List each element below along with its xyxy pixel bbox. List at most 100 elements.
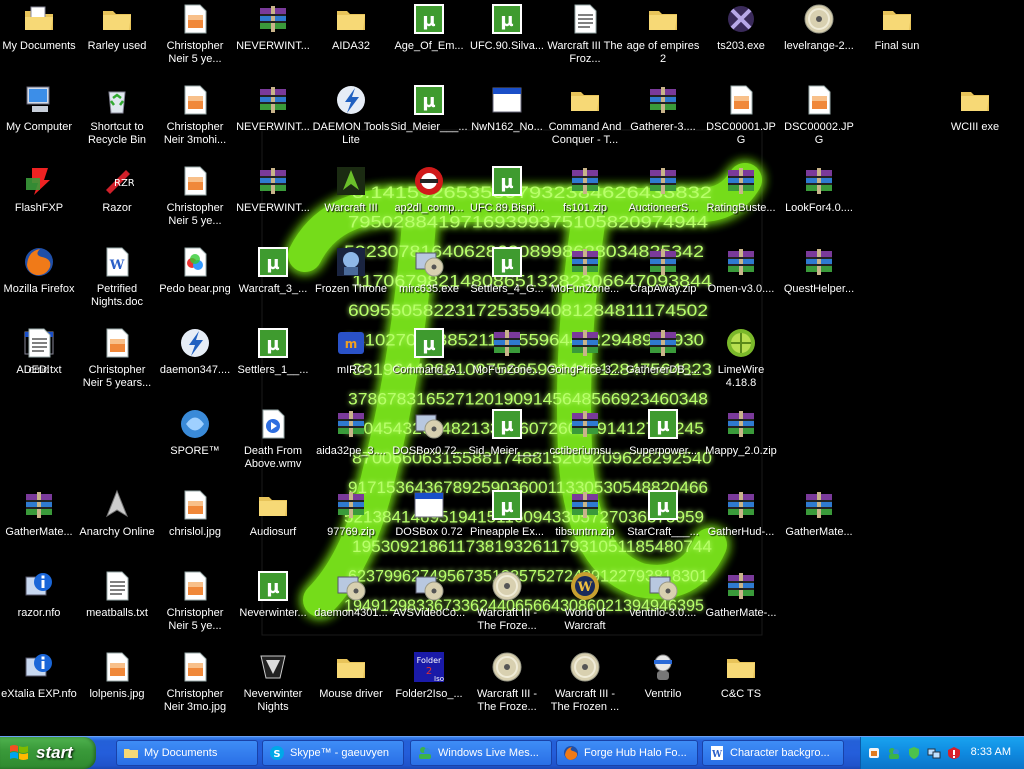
- desktop-icon[interactable]: µ Sid_Meier___...: [390, 81, 468, 159]
- desktop-icon[interactable]: Death From Above.wmv: [234, 405, 312, 483]
- desktop-icon[interactable]: MoFunZone...: [546, 243, 624, 321]
- desktop-icon[interactable]: ts203.exe: [702, 0, 780, 78]
- desktop-icon[interactable]: Command And Conquer - T...: [546, 81, 624, 159]
- desktop-icon[interactable]: µ Command_A...: [390, 324, 468, 402]
- desktop-icon[interactable]: CrapAway.zip: [624, 243, 702, 321]
- desktop-icon[interactable]: W World of Warcraft: [546, 567, 624, 645]
- desktop-icon[interactable]: Christopher Neir 5 ye...: [156, 0, 234, 78]
- desktop-icon[interactable]: Christopher Neir 5 ye...: [156, 567, 234, 645]
- desktop-icon[interactable]: My Computer: [0, 81, 78, 159]
- desktop-icon[interactable]: AVSVideoCo...: [390, 567, 468, 645]
- desktop-icon[interactable]: meatballs.txt: [78, 567, 156, 645]
- desktop-icon[interactable]: Mappy_2.0.zip: [702, 405, 780, 483]
- desktop-icon[interactable]: NEVERWINT...: [234, 162, 312, 240]
- desktop-icon[interactable]: WCIII exe: [936, 81, 1014, 159]
- desktop-icon[interactable]: µ Settlers_4_G...: [468, 243, 546, 321]
- network-icon[interactable]: [927, 746, 941, 760]
- java-icon[interactable]: [867, 746, 881, 760]
- desktop-icon[interactable]: Omen-v3.0....: [702, 243, 780, 321]
- taskbar-button[interactable]: Forge Hub Halo Fo...: [556, 740, 698, 766]
- desktop-icon[interactable]: DSC00002.JPG: [780, 81, 858, 159]
- desktop-icon[interactable]: mirc635.exe: [390, 243, 468, 321]
- desktop-icon[interactable]: RZR Razor: [78, 162, 156, 240]
- desktop-icon[interactable]: fs101.zip: [546, 162, 624, 240]
- desktop-icon[interactable]: lolpenis.jpg: [78, 648, 156, 726]
- desktop-icon[interactable]: MoFunZone...: [468, 324, 546, 402]
- desktop-icon[interactable]: GatherMate...: [780, 486, 858, 564]
- taskbar-button[interactable]: S Skype™ - gaeuvyen: [262, 740, 404, 766]
- desktop-icon[interactable]: Warcraft III - The Froze...: [468, 648, 546, 726]
- desktop-icon[interactable]: LookFor4.0....: [780, 162, 858, 240]
- desktop-icon[interactable]: tibsuntrn.zip: [546, 486, 624, 564]
- desktop-icon[interactable]: SPORE™: [156, 405, 234, 483]
- desktop-icon[interactable]: QuestHelper...: [780, 243, 858, 321]
- desktop-icon[interactable]: Audiosurf: [234, 486, 312, 564]
- desktop-icon[interactable]: aida32pe_3....: [312, 405, 390, 483]
- desktop-icon[interactable]: cctiberiumsu...: [546, 405, 624, 483]
- desktop-icon[interactable]: W Petrified Nights.doc: [78, 243, 156, 321]
- desktop-icon[interactable]: AuctioneerS...: [624, 162, 702, 240]
- desktop-icon[interactable]: FlashFXP: [0, 162, 78, 240]
- desktop-icon[interactable]: daemon347....: [156, 324, 234, 402]
- desktop-icon[interactable]: NwN162_No...: [468, 81, 546, 159]
- taskbar-button[interactable]: W Character backgro...: [702, 740, 844, 766]
- desktop-icon[interactable]: chrislol.jpg: [156, 486, 234, 564]
- desktop-icon[interactable]: Ventrilo: [624, 648, 702, 726]
- desktop-icon[interactable]: Warcraft III - The Frozen ...: [546, 648, 624, 726]
- desktop-icon[interactable]: µ Neverwinter...: [234, 567, 312, 645]
- desktop-icon[interactable]: GoingPrice-3....: [546, 324, 624, 402]
- desktop-icon[interactable]: Rarley used: [78, 0, 156, 78]
- desktop-icon[interactable]: m mIRC: [312, 324, 390, 402]
- desktop-icon[interactable]: eXtalia EXP.nfo: [0, 648, 78, 726]
- desktop-icon[interactable]: µ Sid_Meier___...: [468, 405, 546, 483]
- taskbar-button[interactable]: Windows Live Mes...: [410, 740, 552, 766]
- desktop-icon[interactable]: NEVERWINT...: [234, 81, 312, 159]
- desktop-icon[interactable]: ventrilo-3.0....: [624, 567, 702, 645]
- desktop-icon[interactable]: GatherMate...: [0, 486, 78, 564]
- desktop-icon[interactable]: Warcraft III The Froz...: [546, 0, 624, 78]
- clock[interactable]: 8:33 AM: [971, 746, 1011, 758]
- desktop-icon[interactable]: µ StarCraft___...: [624, 486, 702, 564]
- desktop-icon[interactable]: Folder 2 Iso Folder2Iso_...: [390, 648, 468, 726]
- taskbar-button[interactable]: My Documents: [116, 740, 258, 766]
- shield-icon[interactable]: [907, 746, 921, 760]
- desktop-icon[interactable]: Shortcut to Recycle Bin: [78, 81, 156, 159]
- desktop-icon[interactable]: µ Warcraft_3_...: [234, 243, 312, 321]
- desktop-icon[interactable]: RatingBuste...: [702, 162, 780, 240]
- desktop-icon[interactable]: Pedo bear.png: [156, 243, 234, 321]
- desktop-icon[interactable]: Mouse driver: [312, 648, 390, 726]
- desktop-icon[interactable]: DAEMON Tools Lite: [312, 81, 390, 159]
- messenger-tray-icon[interactable]: [887, 746, 901, 760]
- desktop-icon[interactable]: Christopher Neir 3mo.jpg: [156, 648, 234, 726]
- desktop-icon[interactable]: Anarchy Online: [78, 486, 156, 564]
- desktop-icon[interactable]: Christopher Neir 5 ye...: [156, 162, 234, 240]
- desktop-icon[interactable]: LimeWire 4.18.8: [702, 324, 780, 402]
- desktop-icon[interactable]: DSC00001.JPG: [702, 81, 780, 159]
- desktop-icon[interactable]: Gatherer-3....: [624, 81, 702, 159]
- desktop-icon[interactable]: ADED.txt: [0, 324, 78, 402]
- desktop-icon[interactable]: 97769.zip: [312, 486, 390, 564]
- desktop-icon[interactable]: Final sun: [858, 0, 936, 78]
- desktop-icon[interactable]: GathererDB_...: [624, 324, 702, 402]
- desktop-icon[interactable]: DOSBox 0.72: [390, 486, 468, 564]
- desktop-icon[interactable]: DOSBox0.72...: [390, 405, 468, 483]
- desktop-icon[interactable]: AIDA32: [312, 0, 390, 78]
- desktop-icon[interactable]: levelrange-2...: [780, 0, 858, 78]
- desktop-icon[interactable]: My Documents: [0, 0, 78, 78]
- desktop-icon[interactable]: Mozilla Firefox: [0, 243, 78, 321]
- desktop-icon[interactable]: Neverwinter Nights: [234, 648, 312, 726]
- desktop-icon[interactable]: Christopher Neir 5 years...: [78, 324, 156, 402]
- desktop-icon[interactable]: µ UFC.89.Bispi...: [468, 162, 546, 240]
- desktop-icon[interactable]: C&C TS: [702, 648, 780, 726]
- desktop-icon[interactable]: µ Superpower...: [624, 405, 702, 483]
- desktop-icon[interactable]: Warcraft III: [312, 162, 390, 240]
- desktop-icon[interactable]: daemon4301...: [312, 567, 390, 645]
- desktop-icon[interactable]: age of empires 2: [624, 0, 702, 78]
- desktop-icon[interactable]: ap2dl_comp...: [390, 162, 468, 240]
- desktop-icon[interactable]: GatherHud-...: [702, 486, 780, 564]
- desktop-icon[interactable]: razor.nfo: [0, 567, 78, 645]
- start-button[interactable]: start: [0, 737, 96, 769]
- desktop-icon[interactable]: µ Age_Of_Em...: [390, 0, 468, 78]
- security-alert-icon[interactable]: [947, 746, 961, 760]
- desktop-icon[interactable]: GatherMate-...: [702, 567, 780, 645]
